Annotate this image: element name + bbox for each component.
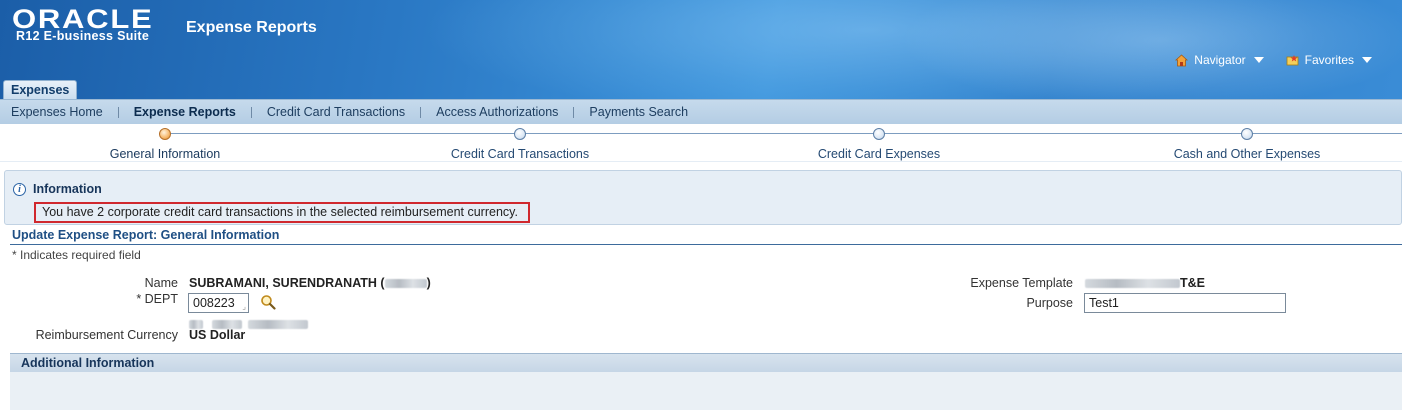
current-step-icon bbox=[159, 128, 171, 140]
header-decoration-highlight bbox=[900, 0, 1402, 99]
favorites-menu[interactable]: Favorites bbox=[1286, 53, 1372, 67]
train-step-label: Cash and Other Expenses bbox=[1173, 147, 1321, 161]
favorites-label: Favorites bbox=[1304, 53, 1354, 67]
dept-label: * DEPT bbox=[136, 292, 178, 306]
train-step-label: Credit Card Expenses bbox=[817, 147, 941, 161]
tab-expenses[interactable]: Expenses bbox=[3, 80, 78, 99]
information-title: Information bbox=[33, 182, 102, 196]
train-step-credit-card-transactions[interactable]: Credit Card Transactions bbox=[400, 124, 640, 161]
step-icon bbox=[514, 128, 526, 140]
employee-name: SUBRAMANI, SURENDRANATH ( bbox=[189, 276, 385, 290]
global-links: Navigator Favorites bbox=[1175, 53, 1372, 67]
name-label: Name bbox=[144, 276, 178, 290]
chevron-down-icon bbox=[1253, 57, 1264, 63]
page-title: Update Expense Report: General Informati… bbox=[12, 228, 280, 242]
additional-information-section: Additional Information bbox=[10, 353, 1402, 410]
home-icon bbox=[1175, 53, 1189, 66]
process-train: General Information Credit Card Transact… bbox=[0, 124, 1402, 162]
subnav-access-authorizations[interactable]: Access Authorizations bbox=[436, 105, 558, 119]
sub-navigation: Expenses Home Expense Reports Credit Car… bbox=[0, 99, 1402, 124]
dept-field[interactable]: 008223 ⌟ bbox=[188, 293, 249, 313]
navigator-label: Navigator bbox=[1194, 53, 1246, 67]
purpose-value: Test1 bbox=[1089, 296, 1119, 310]
information-message-box: i Information You have 2 corporate credi… bbox=[4, 170, 1402, 225]
required-field-note: * Indicates required field bbox=[12, 248, 141, 262]
train-step-credit-card-expenses[interactable]: Credit Card Expenses bbox=[759, 124, 999, 161]
expense-template-suffix: T&E bbox=[1180, 276, 1205, 290]
chevron-down-icon bbox=[1362, 57, 1372, 63]
divider bbox=[573, 106, 575, 118]
suite-label: R12 E-business Suite bbox=[16, 29, 150, 43]
train-step-label: Credit Card Transactions bbox=[450, 147, 590, 161]
train-step-general-information[interactable]: General Information bbox=[45, 124, 285, 161]
additional-information-title: Additional Information bbox=[21, 356, 155, 370]
subnav-expense-reports[interactable]: Expense Reports bbox=[134, 105, 236, 119]
divider bbox=[117, 106, 119, 118]
step-icon bbox=[1241, 128, 1253, 140]
employee-name-suffix: ) bbox=[426, 276, 431, 290]
divider bbox=[10, 244, 1402, 245]
expense-template-label: Expense Template bbox=[970, 276, 1073, 290]
reimbursement-currency-value: US Dollar bbox=[189, 328, 246, 342]
navigator-menu[interactable]: Navigator bbox=[1175, 53, 1264, 67]
purpose-field[interactable]: Test1 bbox=[1084, 293, 1286, 313]
redacted-employee-id bbox=[384, 279, 427, 289]
redacted-template-name bbox=[1085, 279, 1180, 289]
info-icon: i bbox=[13, 182, 26, 196]
redacted-text bbox=[247, 320, 308, 330]
step-icon bbox=[873, 128, 885, 140]
app-title: Expense Reports bbox=[186, 19, 317, 36]
divider bbox=[420, 106, 422, 118]
expense-template-value: T&E bbox=[1085, 276, 1205, 290]
search-icon[interactable] bbox=[260, 294, 276, 310]
train-step-label: General Information bbox=[109, 147, 221, 161]
divider bbox=[250, 106, 252, 118]
name-value: SUBRAMANI, SURENDRANATH () bbox=[189, 276, 431, 290]
information-message: You have 2 corporate credit card transac… bbox=[34, 202, 530, 223]
information-heading: i Information bbox=[13, 182, 102, 196]
favorites-folder-icon bbox=[1286, 54, 1299, 65]
purpose-label: Purpose bbox=[1026, 296, 1073, 310]
subnav-payments-search[interactable]: Payments Search bbox=[589, 105, 688, 119]
subnav-expenses-home[interactable]: Expenses Home bbox=[11, 105, 103, 119]
section-header: Additional Information bbox=[10, 353, 1402, 372]
reimbursement-currency-label: Reimbursement Currency bbox=[35, 328, 178, 342]
dept-value: 008223 bbox=[193, 296, 235, 310]
train-step-cash-and-other-expenses[interactable]: Cash and Other Expenses bbox=[1127, 124, 1367, 161]
app-header: ORACLE R12 E-business Suite Expense Repo… bbox=[0, 0, 1402, 99]
lov-resize-icon: ⌟ bbox=[242, 302, 246, 311]
subnav-credit-card-transactions[interactable]: Credit Card Transactions bbox=[267, 105, 405, 119]
